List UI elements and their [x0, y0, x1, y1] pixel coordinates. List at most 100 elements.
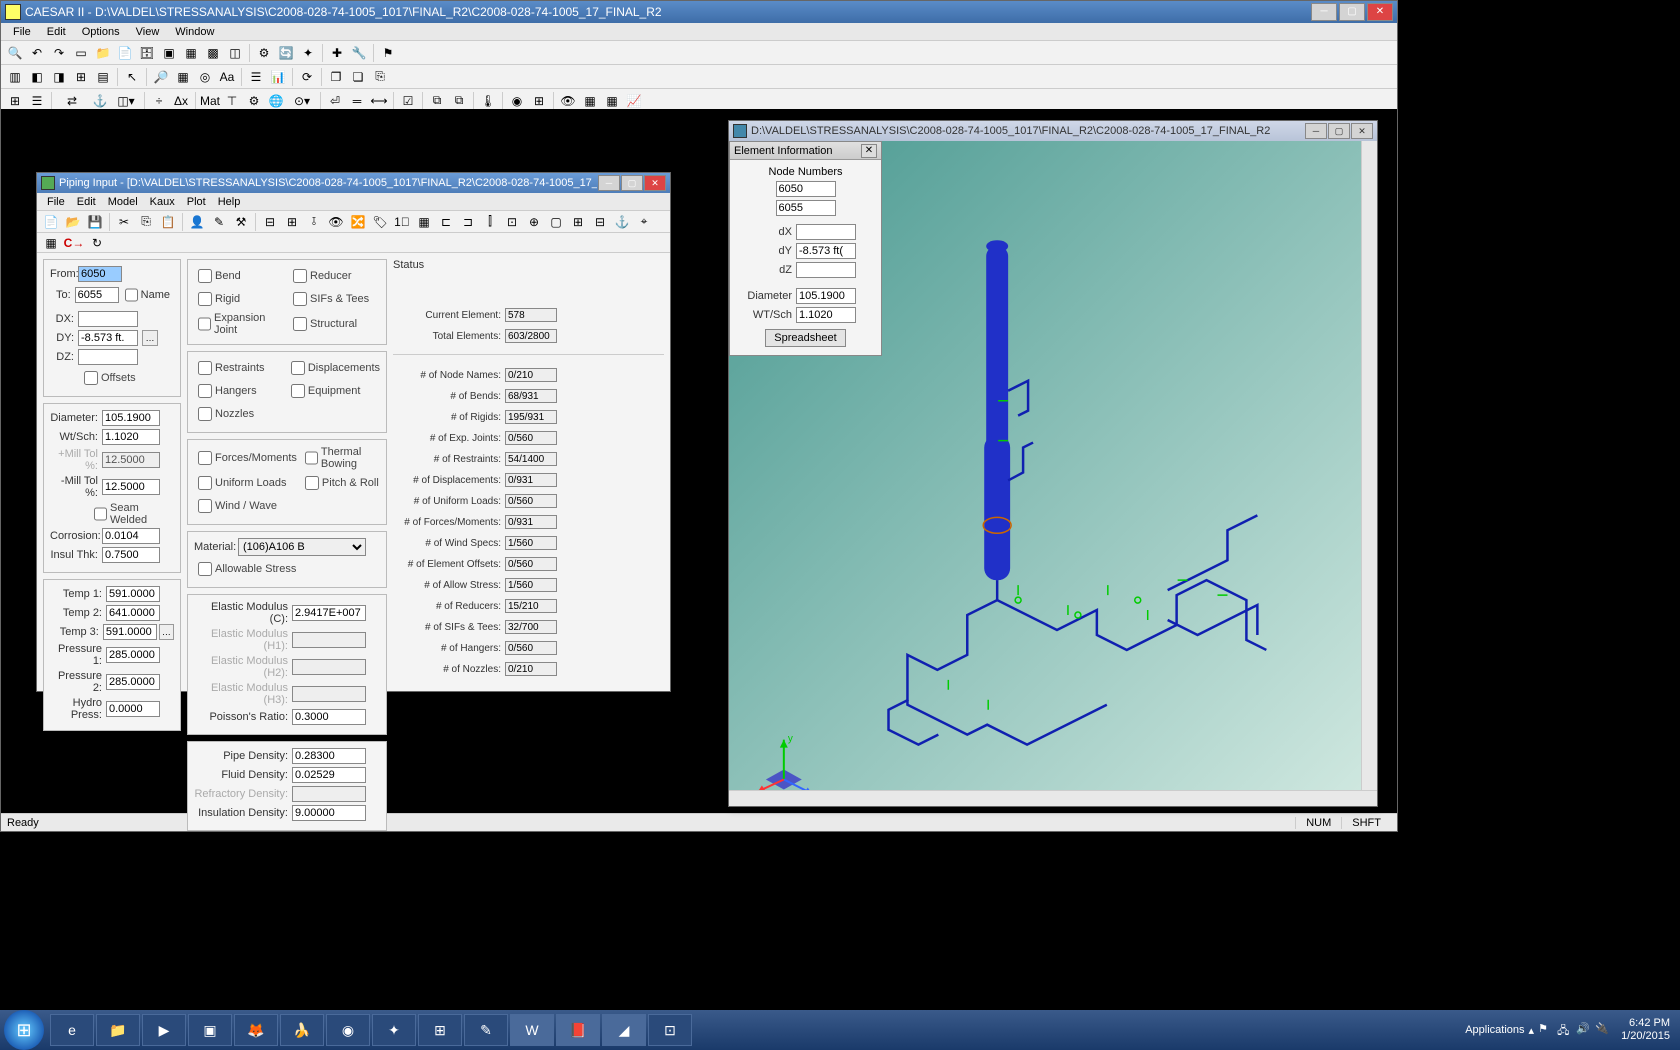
tb-box-icon[interactable]: ▭	[71, 43, 91, 63]
tb3-arrows-icon[interactable]: ⇄	[56, 91, 88, 111]
tb3-enter-icon[interactable]: ⏎	[325, 91, 345, 111]
reducer-cb[interactable]	[293, 269, 307, 283]
corr-input[interactable]	[102, 528, 160, 544]
wind-cb[interactable]	[198, 499, 212, 513]
tb3-tbl2-icon[interactable]: ▦	[602, 91, 622, 111]
offsets-checkbox[interactable]	[84, 371, 98, 385]
elem-info-close[interactable]: ✕	[861, 144, 877, 158]
tb3-clone1-icon[interactable]: ⧉	[427, 91, 447, 111]
tb2-win1-icon[interactable]: ▥	[5, 67, 25, 87]
view3d-maximize[interactable]: ▢	[1328, 123, 1350, 139]
disp-cb[interactable]	[291, 361, 305, 375]
fluid-d-input[interactable]	[292, 767, 366, 783]
tb2-copy2-icon[interactable]: ❏	[348, 67, 368, 87]
view3d-minimize[interactable]: ─	[1305, 123, 1327, 139]
tb2-win3-icon[interactable]: ◨	[49, 67, 69, 87]
tb3-view1-icon[interactable]: ◉	[507, 91, 527, 111]
tb2-target-icon[interactable]: ◎	[195, 67, 215, 87]
nozzles-cb[interactable]	[198, 407, 212, 421]
tb3-tbl1-icon[interactable]: ▦	[580, 91, 600, 111]
ei-diameter[interactable]	[796, 288, 856, 304]
tb-folder-icon[interactable]: 📁	[93, 43, 113, 63]
tb3-gear2-icon[interactable]: ⚙	[244, 91, 264, 111]
tb3-del-icon[interactable]: Δx	[171, 91, 191, 111]
tb2-win2-icon[interactable]: ◧	[27, 67, 47, 87]
tray-net-icon[interactable]: 🖧	[1557, 1022, 1573, 1038]
tray-power-icon[interactable]: 🔌	[1595, 1022, 1611, 1038]
task-app1[interactable]: ▣	[188, 1014, 232, 1046]
piping-close[interactable]: ✕	[644, 175, 666, 191]
pm-plot[interactable]: Plot	[181, 196, 212, 208]
t3-more-button[interactable]: …	[159, 624, 174, 640]
pitch-cb[interactable]	[305, 476, 319, 490]
tb3-chart-icon[interactable]: 📈	[624, 91, 644, 111]
tray-clock[interactable]: 6:42 PM 1/20/2015	[1615, 1017, 1676, 1043]
task-word[interactable]: W	[510, 1014, 554, 1046]
pt2-c-icon[interactable]: C→	[64, 233, 84, 253]
task-ie[interactable]: e	[50, 1014, 94, 1046]
tb2-copy3-icon[interactable]: ⎘	[370, 67, 390, 87]
tb3-globe-icon[interactable]: 🌐	[266, 91, 286, 111]
tb2-chart-icon[interactable]: 📊	[268, 67, 288, 87]
seam-checkbox[interactable]	[94, 507, 107, 521]
task-app7[interactable]: ⊡	[648, 1014, 692, 1046]
menu-view[interactable]: View	[128, 26, 168, 38]
struct-cb[interactable]	[293, 317, 307, 331]
tb-cube2-icon[interactable]: ▦	[181, 43, 201, 63]
tb3-weld-icon[interactable]: ⟷	[369, 91, 389, 111]
pm-model[interactable]: Model	[102, 196, 144, 208]
name-checkbox[interactable]	[125, 288, 138, 302]
ei-dy[interactable]	[796, 243, 856, 259]
pt-b1-icon[interactable]: ⊟	[260, 212, 280, 232]
tb2-text-icon[interactable]: Aa	[217, 67, 237, 87]
pt-c1-icon[interactable]: ⊏	[436, 212, 456, 232]
view3d-vscrollbar[interactable]	[1361, 141, 1377, 790]
tray-apps[interactable]: Applications	[1465, 1024, 1524, 1036]
pt2-tbl-icon[interactable]: ▦	[41, 233, 61, 253]
dx-input[interactable]	[78, 311, 138, 327]
menu-window[interactable]: Window	[167, 26, 222, 38]
menu-file[interactable]: File	[5, 26, 39, 38]
pt-b2-icon[interactable]: ⊞	[282, 212, 302, 232]
tb-zoom-icon[interactable]: 🔍	[5, 43, 25, 63]
ei-n2[interactable]	[776, 200, 836, 216]
tb-file-icon[interactable]: 📄	[115, 43, 135, 63]
tb3-break-icon[interactable]: ═	[347, 91, 367, 111]
menu-options[interactable]: Options	[74, 26, 128, 38]
pt-c8-icon[interactable]: ⊟	[590, 212, 610, 232]
pt-c10-icon[interactable]: ⌖	[634, 212, 654, 232]
task-app5[interactable]: ⊞	[418, 1014, 462, 1046]
tb2-grid-icon[interactable]: ▦	[173, 67, 193, 87]
tb-db-icon[interactable]: 🗄	[137, 43, 157, 63]
t2-input[interactable]	[106, 605, 160, 621]
tb-undo-icon[interactable]: ↶	[27, 43, 47, 63]
rigid-cb[interactable]	[198, 292, 212, 306]
tb-refresh-icon[interactable]: 🔄	[276, 43, 296, 63]
start-button[interactable]: ⊞	[4, 1010, 44, 1050]
tb3-dd-icon[interactable]: ⊙▾	[288, 91, 316, 111]
allow-stress-cb[interactable]	[198, 562, 212, 576]
tb3-therm-icon[interactable]: 🌡	[478, 91, 498, 111]
task-caesar[interactable]: ◢	[602, 1014, 646, 1046]
spreadsheet-button[interactable]: Spreadsheet	[765, 329, 845, 347]
tb-cube4-icon[interactable]: ◫	[225, 43, 245, 63]
tb3-div-icon[interactable]: ÷	[149, 91, 169, 111]
view3d-close[interactable]: ✕	[1351, 123, 1373, 139]
restraints-cb[interactable]	[198, 361, 212, 375]
tb-flag-icon[interactable]: ⚑	[378, 43, 398, 63]
pt-c9-icon[interactable]: ⚓	[612, 212, 632, 232]
piping-minimize[interactable]: ─	[598, 175, 620, 191]
task-app3[interactable]: ◉	[326, 1014, 370, 1046]
pm-kaux[interactable]: Kaux	[144, 196, 181, 208]
tb2-rotate-icon[interactable]: ⟳	[297, 67, 317, 87]
piping-maximize[interactable]: ▢	[621, 175, 643, 191]
pt-tree-icon[interactable]: 🔀	[348, 212, 368, 232]
pt-c6-icon[interactable]: ▢	[546, 212, 566, 232]
tb2-win5-icon[interactable]: ▤	[93, 67, 113, 87]
pt-c4-icon[interactable]: ⊡	[502, 212, 522, 232]
tb3-grid-icon[interactable]: ⊞	[5, 91, 25, 111]
tb-redo-icon[interactable]: ↷	[49, 43, 69, 63]
pt-new-icon[interactable]: 📄	[41, 212, 61, 232]
tb2-zoom2-icon[interactable]: 🔎	[151, 67, 171, 87]
tb3-anchor-icon[interactable]: ⚓	[90, 91, 110, 111]
